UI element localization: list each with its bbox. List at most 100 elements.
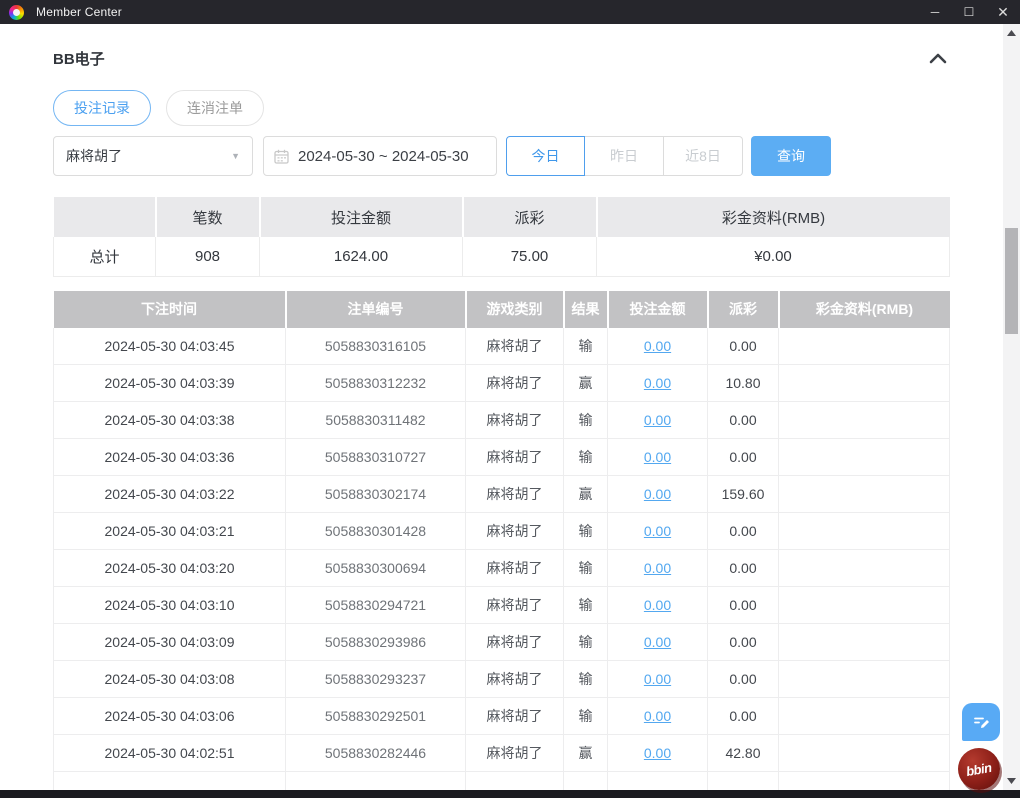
bet-time: 2024-05-30 04:03:39 bbox=[53, 364, 286, 402]
bet-amount-link[interactable]: 0.00 bbox=[644, 412, 671, 428]
summary-total-count: 908 bbox=[155, 237, 260, 277]
result: 输 bbox=[563, 327, 608, 365]
today-button[interactable]: 今日 bbox=[506, 136, 585, 176]
game-category: 麻将胡了 bbox=[465, 401, 564, 439]
tab-bet-records[interactable]: 投注记录 bbox=[53, 90, 151, 126]
bet-time: 2024-05-30 04:03:08 bbox=[53, 660, 286, 698]
result bbox=[563, 771, 608, 790]
jackpot-info bbox=[778, 438, 950, 476]
jackpot-info bbox=[778, 401, 950, 439]
payout: 0.00 bbox=[707, 401, 779, 439]
bet-time: 2024-05-30 04:03:22 bbox=[53, 475, 286, 513]
summary-table: 笔数 投注金额 派彩 彩金资料(RMB) 总计 908 1624.00 75.0… bbox=[53, 197, 950, 277]
jackpot-info bbox=[778, 475, 950, 513]
minimize-button[interactable]: ─ bbox=[918, 0, 952, 24]
game-category: 麻将胡了 bbox=[465, 549, 564, 587]
bet-amount: 0.00 bbox=[607, 512, 708, 550]
summary-header-payout: 派彩 bbox=[462, 197, 598, 237]
game-select[interactable]: 麻将胡了 ▼ bbox=[53, 136, 253, 176]
table-row: 2024-05-30 04:03:38 5058830311482 麻将胡了输 0.0… bbox=[53, 401, 950, 439]
feedback-chat-button[interactable] bbox=[962, 703, 1000, 741]
payout: 0.00 bbox=[707, 623, 779, 661]
result: 赢 bbox=[563, 364, 608, 402]
header-bet-amount: 投注金额 bbox=[607, 290, 709, 328]
collapse-chevron-up-icon[interactable] bbox=[927, 50, 949, 68]
order-number: 5058830300694 bbox=[285, 549, 466, 587]
order-number: 5058830312232 bbox=[285, 364, 466, 402]
bet-amount-link[interactable]: 0.00 bbox=[644, 486, 671, 502]
header-payout: 派彩 bbox=[707, 290, 780, 328]
bbin-logo[interactable]: bbin bbox=[958, 748, 1000, 790]
bet-time: 2024-05-30 04:03:21 bbox=[53, 512, 286, 550]
bet-amount-link[interactable]: 0.00 bbox=[644, 671, 671, 687]
order-number: 5058830294721 bbox=[285, 586, 466, 624]
bet-time: 2024-05-30 04:03:45 bbox=[53, 327, 286, 365]
jackpot-info bbox=[778, 697, 950, 735]
order-number: 5058830311482 bbox=[285, 401, 466, 439]
jackpot-info bbox=[778, 364, 950, 402]
bet-amount-link[interactable]: 0.00 bbox=[644, 338, 671, 354]
bet-amount: 0.00 bbox=[607, 364, 708, 402]
game-category: 麻将胡了 bbox=[465, 512, 564, 550]
table-row: 2024-05-30 04:02:51 5058830282446 麻将胡了赢 0.0… bbox=[53, 734, 950, 772]
summary-header-jackpot: 彩金资料(RMB) bbox=[596, 197, 950, 237]
bet-amount-link[interactable]: 0.00 bbox=[644, 560, 671, 576]
bet-amount: 0.00 bbox=[607, 660, 708, 698]
scroll-up-arrow-icon[interactable] bbox=[1003, 26, 1020, 40]
jackpot-info bbox=[778, 660, 950, 698]
bet-time: 2024-05-30 04:03:09 bbox=[53, 623, 286, 661]
bet-amount-link[interactable]: 0.00 bbox=[644, 708, 671, 724]
tab-bar: 投注记录 连消注单 bbox=[53, 90, 1003, 126]
date-range-picker[interactable]: 2024-05-30 ~ 2024-05-30 bbox=[263, 136, 497, 176]
search-button[interactable]: 查询 bbox=[751, 136, 831, 176]
scrollbar-thumb[interactable] bbox=[1005, 228, 1018, 334]
maximize-button[interactable]: ☐ bbox=[952, 0, 986, 24]
bet-amount: 0.00 bbox=[607, 549, 708, 587]
table-row: 2024-05-30 04:03:08 5058830293237 麻将胡了输 0.0… bbox=[53, 660, 950, 698]
bbin-logo-text: bbin bbox=[965, 759, 993, 779]
bet-amount-link[interactable]: 0.00 bbox=[644, 597, 671, 613]
result: 输 bbox=[563, 549, 608, 587]
table-row: 2024-05-30 04:03:45 5058830316105 麻将胡了输 0.0… bbox=[53, 327, 950, 365]
table-row: 2024-05-30 04:03:06 5058830292501 麻将胡了输 0.0… bbox=[53, 697, 950, 735]
payout: 0.00 bbox=[707, 512, 779, 550]
bet-amount-link[interactable]: 0.00 bbox=[644, 634, 671, 650]
records-table: 下注时间 注单编号 游戏类别 结果 投注金额 派彩 彩金资料(RMB) 2024… bbox=[53, 290, 950, 790]
summary-total-label: 总计 bbox=[53, 237, 156, 277]
yesterday-button[interactable]: 昨日 bbox=[585, 136, 664, 176]
calendar-icon bbox=[274, 149, 289, 164]
tab-cancelled-orders[interactable]: 连消注单 bbox=[166, 90, 264, 126]
game-category: 麻将胡了 bbox=[465, 660, 564, 698]
bet-amount-link[interactable]: 0.00 bbox=[644, 523, 671, 539]
order-number: 5058830282446 bbox=[285, 734, 466, 772]
table-row: 2024-05-30 04:03:20 5058830300694 麻将胡了输 0.0… bbox=[53, 549, 950, 587]
game-category: 麻将胡了 bbox=[465, 734, 564, 772]
bet-amount: 0.00 bbox=[607, 697, 708, 735]
game-category: 麻将胡了 bbox=[465, 586, 564, 624]
bet-amount: 0.00 bbox=[607, 586, 708, 624]
result: 输 bbox=[563, 623, 608, 661]
last-8-days-button[interactable]: 近8日 bbox=[664, 136, 743, 176]
bet-amount-link[interactable]: 0.00 bbox=[644, 745, 671, 761]
jackpot-info bbox=[778, 549, 950, 587]
main-content: BB电子 投注记录 连消注单 麻将胡了 ▼ 2024-05-30 ~ 2024-… bbox=[0, 24, 1003, 790]
section-title: BB电子 bbox=[53, 51, 105, 68]
bet-amount-link[interactable]: 0.00 bbox=[644, 375, 671, 391]
summary-header-bet-amount: 投注金额 bbox=[259, 197, 464, 237]
records-header-row: 下注时间 注单编号 游戏类别 结果 投注金额 派彩 彩金资料(RMB) bbox=[53, 290, 950, 328]
payout: 0.00 bbox=[707, 549, 779, 587]
vertical-scrollbar[interactable] bbox=[1003, 24, 1020, 790]
bet-amount: 0.00 bbox=[607, 438, 708, 476]
scroll-down-arrow-icon[interactable] bbox=[1003, 774, 1020, 788]
edit-note-icon bbox=[974, 717, 989, 728]
bottom-window-edge bbox=[0, 790, 1020, 798]
game-category: 麻将胡了 bbox=[465, 438, 564, 476]
result: 赢 bbox=[563, 475, 608, 513]
order-number: 5058830293986 bbox=[285, 623, 466, 661]
close-button[interactable]: ✕ bbox=[986, 0, 1020, 24]
game-category: 麻将胡了 bbox=[465, 475, 564, 513]
payout: 0.00 bbox=[707, 327, 779, 365]
bet-amount-link[interactable]: 0.00 bbox=[644, 449, 671, 465]
bet-time: 2024-05-30 04:03:20 bbox=[53, 549, 286, 587]
table-row: 2024-05-30 04:03:21 5058830301428 麻将胡了输 0.0… bbox=[53, 512, 950, 550]
